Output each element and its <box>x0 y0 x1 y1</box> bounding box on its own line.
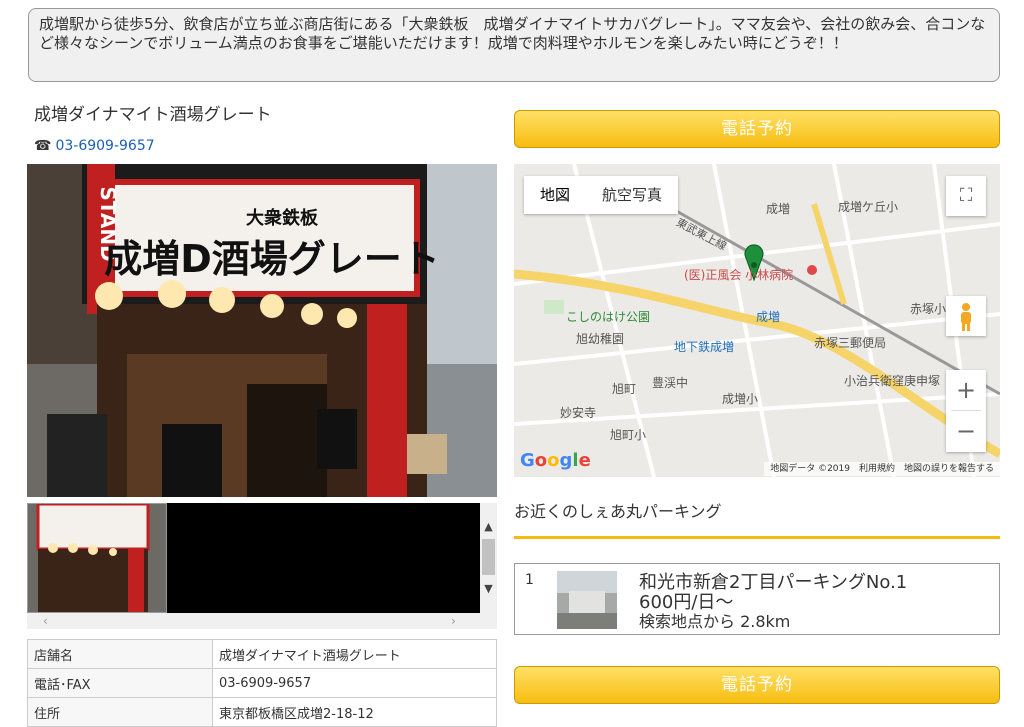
map-label-myoanji: 妙安寺 <box>560 406 597 420</box>
map-label-narimasugaoka: 成増ケ丘小 <box>838 200 899 214</box>
scrollbar-thumb[interactable] <box>482 539 495 575</box>
phone-line: ☎ 03-6909-9657 <box>34 138 155 154</box>
map-label-asahicho: 旭町 <box>612 382 637 396</box>
scroll-right-icon[interactable]: › <box>451 613 456 629</box>
table-row: 電話･FAX 03-6909-9657 <box>27 668 497 698</box>
table-key: 住所 <box>27 697 213 727</box>
shop-info-table: 店舗名 成増ダイナマイト酒場グレート 電話･FAX 03-6909-9657 住… <box>27 639 497 727</box>
map-label-hospital: (医)正風会 小林病院 <box>684 268 794 282</box>
map-label-station: 成増 <box>756 310 781 324</box>
map-label-akatsuka-post: 赤塚三郵便局 <box>814 336 887 350</box>
table-value: 成増ダイナマイト酒場グレート <box>212 639 497 669</box>
zoom-in-icon[interactable]: + <box>946 370 986 410</box>
zoom-out-icon[interactable]: − <box>946 411 986 451</box>
table-value: 東京都板橋区成増2-18-12 <box>212 697 497 727</box>
map-label-narimasu-elem: 成増小 <box>722 392 759 406</box>
thumbnail-image[interactable] <box>27 503 167 613</box>
parking-number: 1 <box>525 572 534 588</box>
map-label-park: こしのはけ公園 <box>566 310 651 324</box>
google-logo[interactable]: Google <box>520 450 591 471</box>
fullscreen-icon[interactable]: ⛶ <box>946 176 986 216</box>
tab-aerial[interactable]: 航空写真 <box>586 176 678 214</box>
map-type-tabs: 地図 航空写真 <box>524 176 679 214</box>
pegman-icon[interactable] <box>946 296 986 336</box>
parking-distance: 検索地点から 2.8km <box>639 612 791 631</box>
horizontal-scrollbar[interactable]: ‹ › <box>27 613 497 629</box>
zoom-control: + − <box>946 370 986 452</box>
shop-title: 成増ダイナマイト酒場グレート <box>34 105 272 125</box>
phone-icon: ☎ <box>34 138 52 154</box>
sign-main-text: 成増D酒場グレート <box>104 237 440 281</box>
scroll-up-icon[interactable]: ▲ <box>480 519 497 535</box>
table-key: 店舗名 <box>27 639 213 669</box>
thumbnail-strip: ▲ ▼ <box>27 503 497 613</box>
phone-reserve-button-bottom[interactable]: 電話予約 <box>514 666 1000 704</box>
tab-map[interactable]: 地図 <box>524 176 586 214</box>
table-value: 03-6909-9657 <box>212 668 497 698</box>
map-label-kindergarten: 旭幼稚園 <box>576 332 625 346</box>
map-label-koji: 小治兵衛窪庚申塚 <box>844 374 941 388</box>
section-divider <box>514 536 1000 539</box>
parking-photo <box>557 571 617 629</box>
map-widget[interactable]: (医)正風会 小林病院 こしのはけ公園 旭幼稚園 地下鉄成増 成増 赤塚三郵便局… <box>514 164 1000 477</box>
map-label-narimasu: 成増 <box>766 202 791 216</box>
map-label-toyokei: 豊渓中 <box>652 376 689 390</box>
intro-text: 成増駅から徒歩5分、飲食店が立ち並ぶ商店街にある「大衆鉄板 成増ダイナマイトサカ… <box>28 8 1000 82</box>
thumbnail-scrollbar[interactable]: ▲ ▼ <box>480 503 497 613</box>
phone-reserve-button[interactable]: 電話予約 <box>514 110 1000 148</box>
map-label-subway: 地下鉄成増 <box>674 340 735 354</box>
table-row: 店舗名 成増ダイナマイト酒場グレート <box>27 639 497 669</box>
map-label-akatsuka: 赤塚小 <box>910 302 947 316</box>
table-row: 住所 東京都板橋区成増2-18-12 <box>27 697 497 727</box>
list-item[interactable]: 1 和光市新倉2丁目パーキングNo.1 600円/日～ 検索地点から 2.8km <box>514 563 1000 635</box>
shop-photo[interactable]: STAND 大衆鉄板 成増D酒場グレート <box>27 164 497 497</box>
phone-link[interactable]: 03-6909-9657 <box>55 138 154 154</box>
parking-section-title: お近くのしぇあ丸パーキング <box>514 502 722 521</box>
scroll-down-icon[interactable]: ▼ <box>480 581 497 597</box>
sign-top-text: 大衆鉄板 <box>246 207 319 229</box>
map-label-asahi-elem: 旭町小 <box>610 428 647 442</box>
map-attribution[interactable]: 地図データ ©2019 利用規約 地図の誤りを報告する <box>764 462 1000 476</box>
table-key: 電話･FAX <box>27 668 213 698</box>
scroll-left-icon[interactable]: ‹ <box>43 613 48 629</box>
